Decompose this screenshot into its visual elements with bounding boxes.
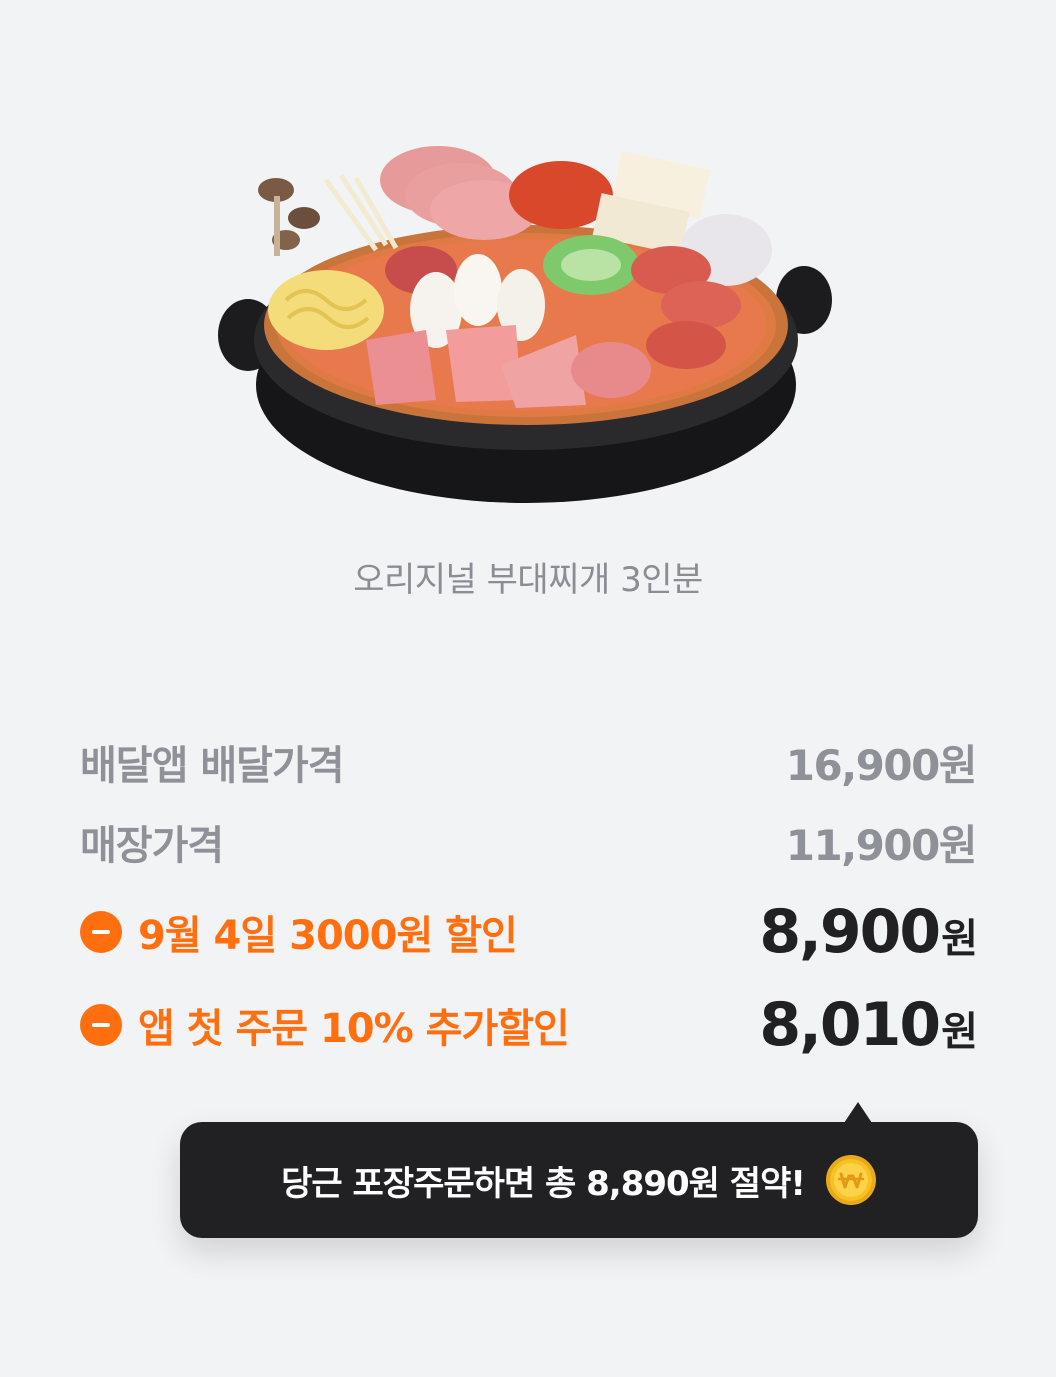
won-coin-icon xyxy=(825,1154,877,1206)
price-label: 배달앱 배달가격 xyxy=(80,743,345,789)
minus-circle-icon xyxy=(80,911,122,953)
price-label: 매장가격 xyxy=(80,823,224,869)
store-price-row: 매장가격 11,900원 xyxy=(80,812,978,872)
discounted-price: 8,010 원 xyxy=(759,990,978,1060)
delivery-app-price-row: 배달앱 배달가격 16,900원 xyxy=(80,732,978,792)
discounted-price: 8,900 원 xyxy=(759,897,978,967)
price-value: 11,900원 xyxy=(785,820,978,870)
price-value: 16,900원 xyxy=(785,740,978,790)
discounted-price-amount: 8,900 xyxy=(759,897,941,967)
savings-text: 당근 포장주문하면 총 8,890원 절약! xyxy=(281,1163,806,1204)
currency-unit: 원 xyxy=(941,1009,978,1055)
discount-row-date: 9월 4일 3000원 할인 8,900 원 xyxy=(80,897,978,967)
discounted-price-amount: 8,010 xyxy=(759,990,941,1060)
discount-label-text: 9월 4일 3000원 할인 xyxy=(138,913,518,959)
discount-label: 앱 첫 주문 10% 추가할인 xyxy=(80,996,570,1054)
discount-label-text: 앱 첫 주문 10% 추가할인 xyxy=(138,1006,570,1052)
minus-circle-icon xyxy=(80,1004,122,1046)
discount-label: 9월 4일 3000원 할인 xyxy=(80,903,518,961)
food-image xyxy=(216,140,836,510)
currency-unit: 원 xyxy=(941,916,978,962)
discount-row-first-order: 앱 첫 주문 10% 추가할인 8,010 원 xyxy=(80,990,978,1060)
savings-tooltip: 당근 포장주문하면 총 8,890원 절약! xyxy=(180,1102,978,1238)
product-name: 오리지널 부대찌개 3인분 xyxy=(353,560,703,600)
